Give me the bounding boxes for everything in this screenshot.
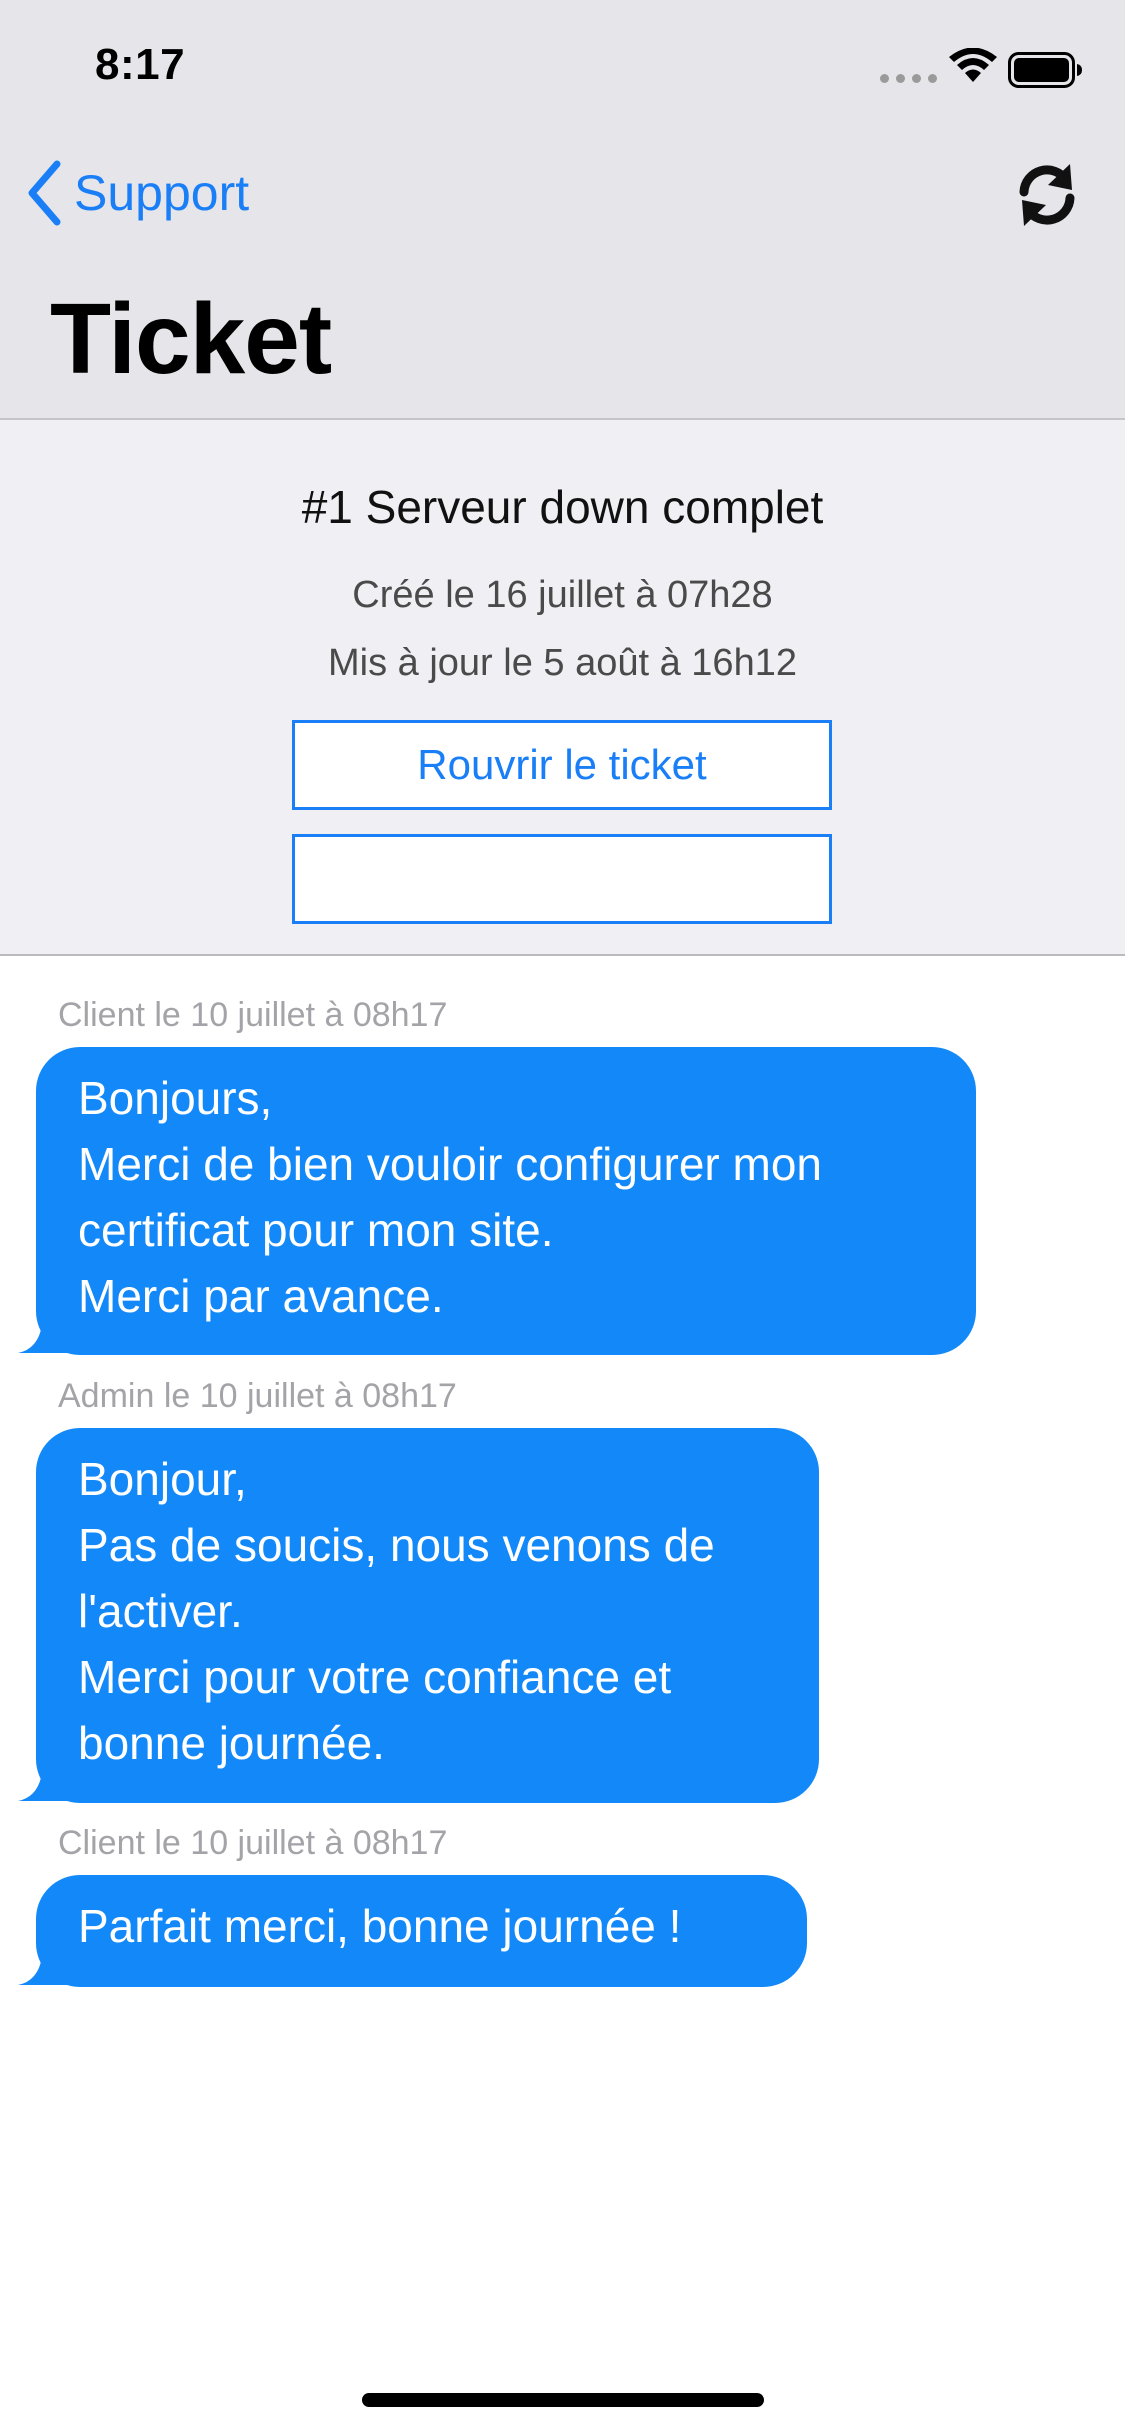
message-meta: Admin le 10 juillet à 08h17 [58,1377,457,1415]
message-bubble: Bonjours, Merci de bien vouloir configur… [18,1047,976,1355]
message-bubble: Parfait merci, bonne journée ! [18,1875,807,1987]
message-meta: Client le 10 juillet à 08h17 [58,1824,448,1862]
home-indicator[interactable] [362,2393,764,2407]
message-bubble: Bonjour, Pas de soucis, nous venons de l… [18,1428,819,1803]
secondary-button[interactable] [292,834,832,924]
page-title: Ticket [50,283,332,395]
ticket-created-date: Créé le 16 juillet à 07h28 [352,574,773,616]
back-button-label: Support [74,165,250,221]
ticket-subject: #1 Serveur down complet [301,481,824,533]
message-text: Bonjour, Pas de soucis, nous venons de l… [36,1428,819,1803]
cellular-signal-icon [880,74,937,83]
status-bar-time: 8:17 [95,40,186,89]
reopen-ticket-button[interactable]: Rouvrir le ticket [292,720,832,810]
chevron-left-icon [28,160,61,226]
ticket-updated-date: Mis à jour le 5 août à 16h12 [328,642,797,684]
message-meta: Client le 10 juillet à 08h17 [58,996,448,1034]
refresh-icon[interactable] [1012,160,1082,230]
battery-icon [1008,52,1082,88]
wifi-icon [949,48,997,82]
ticket-summary-panel: #1 Serveur down complet Créé le 16 juill… [0,420,1125,956]
navigation-header: 8:17 Support Ticket [0,0,1125,420]
message-text: Parfait merci, bonne journée ! [36,1875,807,1987]
back-button[interactable]: Support [24,160,249,226]
message-text: Bonjours, Merci de bien vouloir configur… [36,1047,976,1355]
